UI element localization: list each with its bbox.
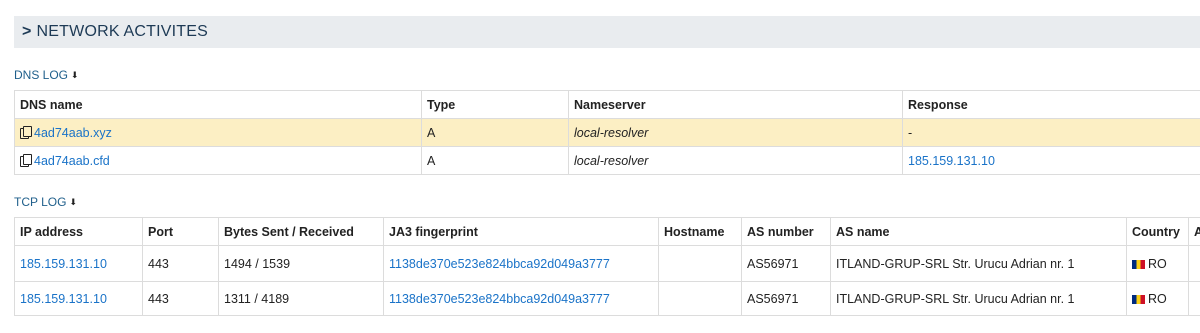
dns-name-link[interactable]: 4ad74aab.xyz [34,126,112,140]
ja3-link[interactable]: 1138de370e523e824bbca92d049a3777 [389,257,610,271]
col-response[interactable]: Response [902,90,1200,119]
bytes-cell: 1311 / 4189 [218,281,384,316]
dns-name-link[interactable]: 4ad74aab.cfd [34,154,110,168]
col-port[interactable]: Port [142,217,219,246]
as-name-cell: ITLAND-GRUP-SRL Str. Urucu Adrian nr. 1 [830,281,1127,316]
section-header: > NETWORK ACTIVITES [14,16,1200,48]
country-code: RO [1148,256,1167,271]
dns-log-title[interactable]: DNS LOG ⬇ [14,68,79,82]
table-row: 4ad74aab.cfd A local-resolver 185.159.13… [14,146,1200,175]
ip-cell: 185.159.131.10 [14,245,143,282]
nameserver-cell: local-resolver [568,118,903,147]
as-number-cell: AS56971 [741,245,831,282]
country-code: RO [1148,291,1167,306]
response-cell: - [902,118,1200,147]
col-type[interactable]: Type [421,90,569,119]
section-title-text: NETWORK ACTIVITES [36,23,208,40]
port-cell: 443 [142,281,219,316]
col-hostname[interactable]: Hostname [658,217,742,246]
table-row: 4ad74aab.xyz A local-resolver - [14,118,1200,147]
col-truncated[interactable]: A [1188,217,1200,246]
col-nameserver[interactable]: Nameserver [568,90,903,119]
table-row: 185.159.131.10 443 1494 / 1539 1138de370… [14,245,1200,282]
ip-link[interactable]: 185.159.131.10 [20,292,107,306]
dns-name-cell: 4ad74aab.xyz [14,118,422,147]
tcp-log-title[interactable]: TCP LOG ⬇ [14,195,77,209]
col-as-number[interactable]: AS number [741,217,831,246]
bytes-cell: 1494 / 1539 [218,245,384,282]
romania-flag-icon [1132,294,1145,304]
table-header-row: IP address Port Bytes Sent / Received JA… [14,217,1200,246]
download-icon[interactable]: ⬇ [69,197,77,207]
col-ja3[interactable]: JA3 fingerprint [383,217,659,246]
type-cell: A [421,118,569,147]
ip-cell: 185.159.131.10 [14,281,143,316]
table-row: 185.159.131.10 443 1311 / 4189 1138de370… [14,281,1200,316]
hostname-cell [658,281,742,316]
truncated-cell [1188,281,1200,316]
response-cell: 185.159.131.10 [902,146,1200,175]
copy-icon[interactable] [20,153,32,167]
truncated-cell [1188,245,1200,282]
as-name-cell: ITLAND-GRUP-SRL Str. Urucu Adrian nr. 1 [830,245,1127,282]
download-icon[interactable]: ⬇ [71,70,79,80]
section-title: > NETWORK ACTIVITES [22,23,208,41]
ip-link[interactable]: 185.159.131.10 [20,257,107,271]
copy-icon[interactable] [20,125,32,139]
tcp-log-label: TCP LOG [14,195,67,209]
table-header-row: DNS name Type Nameserver Response [14,90,1200,119]
col-as-name[interactable]: AS name [830,217,1127,246]
tcp-log-table: IP address Port Bytes Sent / Received JA… [14,217,1200,316]
col-country[interactable]: Country [1126,217,1189,246]
dns-log-label: DNS LOG [14,68,69,82]
country-cell: RO [1126,281,1189,316]
dns-name-cell: 4ad74aab.cfd [14,146,422,175]
ja3-cell: 1138de370e523e824bbca92d049a3777 [383,281,659,316]
nameserver-cell: local-resolver [568,146,903,175]
type-cell: A [421,146,569,175]
col-dns-name[interactable]: DNS name [14,90,422,119]
col-ip-address[interactable]: IP address [14,217,143,246]
dns-log-table: DNS name Type Nameserver Response 4ad74a… [14,90,1200,175]
ja3-cell: 1138de370e523e824bbca92d049a3777 [383,245,659,282]
romania-flag-icon [1132,259,1145,269]
country-cell: RO [1126,245,1189,282]
col-bytes[interactable]: Bytes Sent / Received [218,217,384,246]
ja3-link[interactable]: 1138de370e523e824bbca92d049a3777 [389,292,610,306]
hostname-cell [658,245,742,282]
chevron-right-icon: > [22,23,32,40]
response-link[interactable]: 185.159.131.10 [908,154,995,168]
as-number-cell: AS56971 [741,281,831,316]
port-cell: 443 [142,245,219,282]
